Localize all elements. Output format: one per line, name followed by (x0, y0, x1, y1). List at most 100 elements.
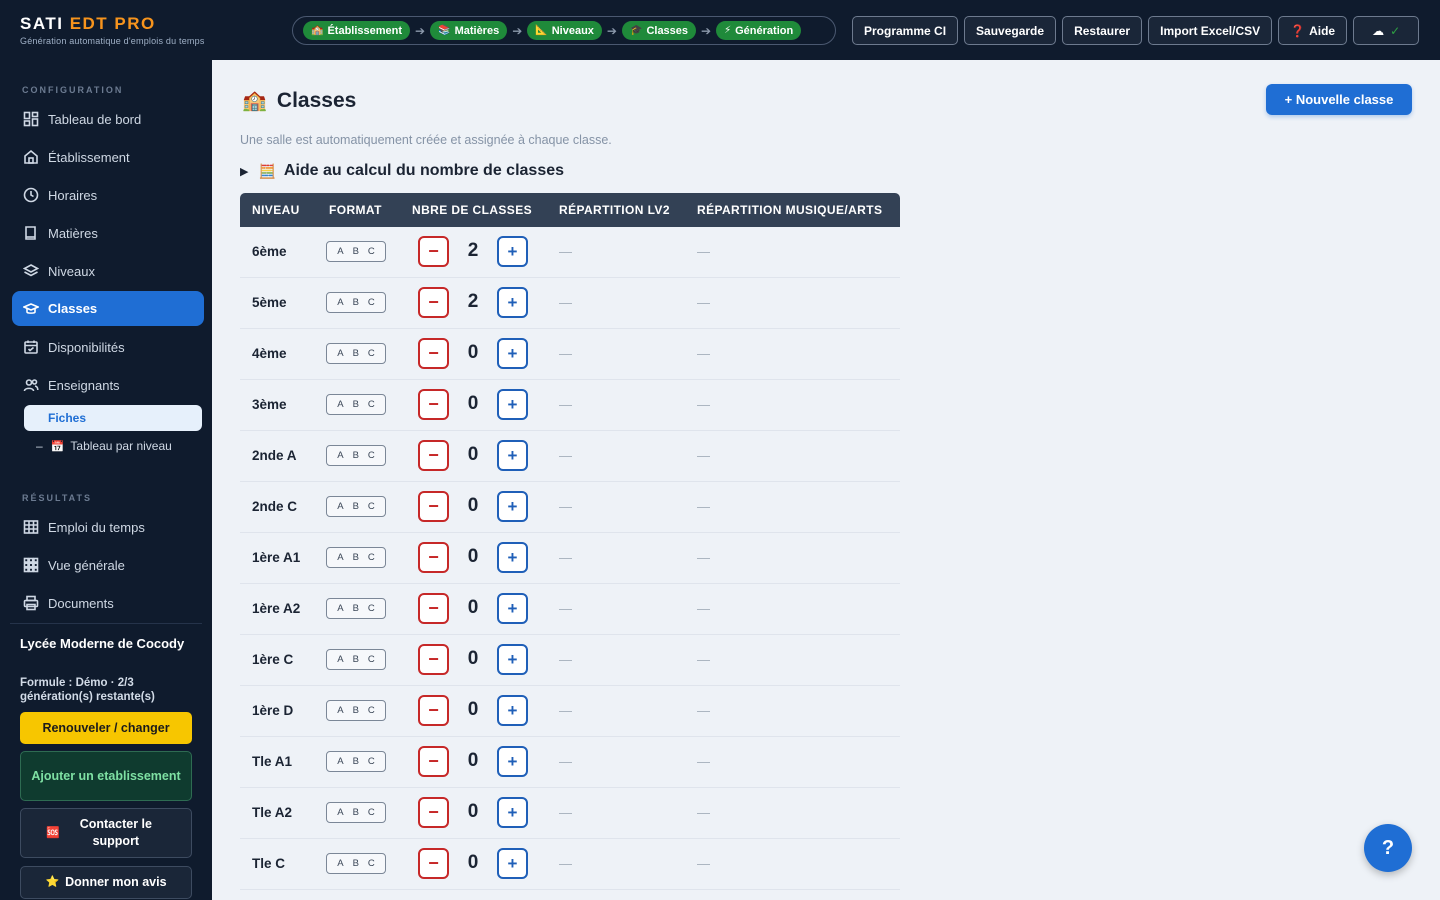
table-row: Tle A2 A B C −0 + — — (240, 788, 900, 839)
sidebar-item-niveaux[interactable]: Niveaux (12, 254, 204, 288)
sidebar-item-tableau-de-bord[interactable]: Tableau de bord (12, 102, 204, 136)
aide-button[interactable]: ❓ Aide (1278, 16, 1348, 45)
format-letter: B (352, 807, 359, 818)
format-letter: C (367, 654, 375, 665)
increment-button[interactable]: + (497, 287, 528, 318)
decrement-button[interactable]: − (418, 491, 449, 522)
restaurer-button[interactable]: Restaurer (1062, 16, 1143, 45)
sidebar-item-emploi-du-temps[interactable]: Emploi du temps (12, 510, 204, 544)
format-letter: B (352, 348, 359, 359)
format-abc-toggle[interactable]: ABC (326, 649, 386, 670)
format-letter: C (367, 603, 375, 614)
increment-button[interactable]: + (497, 389, 528, 420)
decrement-button[interactable]: − (418, 797, 449, 828)
increment-button[interactable]: + (497, 491, 528, 522)
level-name: 2nde C (252, 499, 298, 514)
format-abc-toggle[interactable]: ABC (326, 241, 386, 262)
decrement-button[interactable]: − (418, 440, 449, 471)
increment-button[interactable]: + (497, 797, 528, 828)
decrement-button[interactable]: − (418, 338, 449, 369)
level-name: Tle C (252, 856, 286, 871)
increment-button[interactable]: + (497, 848, 528, 879)
decrement-button[interactable]: − (418, 236, 449, 267)
sauvegarde-button[interactable]: Sauvegarde (964, 16, 1057, 45)
format-abc-toggle[interactable]: ABC (326, 547, 386, 568)
programme-ci-button[interactable]: Programme CI (852, 16, 959, 45)
wizard-step-matieres[interactable]: 📚 Matières (430, 21, 508, 40)
table-row: Tle A1 A B C −0 + — — (240, 737, 900, 788)
help-fab-button[interactable]: ? (1364, 824, 1412, 872)
level-name: 1ère C (252, 652, 294, 667)
format-letter: B (352, 705, 359, 716)
format-abc-toggle[interactable]: ABC (326, 802, 386, 823)
decrement-button[interactable]: − (418, 695, 449, 726)
format-abc-toggle[interactable]: ABC (326, 700, 386, 721)
format-abc-toggle[interactable]: ABC (326, 496, 386, 517)
subnav-fiches[interactable]: Fiches (24, 405, 202, 431)
sidebar-item-disponibilites[interactable]: Disponibilités (12, 330, 204, 364)
lv2-distribution: — (559, 346, 572, 361)
give-feedback-button[interactable]: ⭐ Donner mon avis (20, 866, 192, 899)
sidebar-item-matieres[interactable]: Matières (12, 216, 204, 250)
format-abc-toggle[interactable]: ABC (326, 751, 386, 772)
lv2-distribution: — (559, 601, 572, 616)
page-title: 🏫 Classes (242, 88, 356, 113)
lv2-distribution: — (559, 244, 572, 259)
wizard-step-niveaux[interactable]: 📐 Niveaux (527, 21, 602, 40)
table-row: Tle C A B C −0 + — — (240, 839, 900, 890)
decrement-button[interactable]: − (418, 848, 449, 879)
level-name: Tle A2 (252, 805, 293, 820)
contact-support-button[interactable]: 🆘 Contacter le support (20, 808, 192, 858)
format-abc-toggle[interactable]: ABC (326, 292, 386, 313)
sidebar-item-enseignants[interactable]: Enseignants (12, 368, 204, 402)
increment-button[interactable]: + (497, 338, 528, 369)
decrement-button[interactable]: − (418, 287, 449, 318)
new-class-button[interactable]: + Nouvelle classe (1266, 84, 1412, 115)
format-letter: C (367, 246, 375, 257)
increment-button[interactable]: + (497, 236, 528, 267)
format-letter: B (352, 450, 359, 461)
sidebar-item-vue-generale[interactable]: Vue générale (12, 548, 204, 582)
increment-button[interactable]: + (497, 542, 528, 573)
sidebar-item-classes[interactable]: Classes (12, 291, 204, 326)
format-abc-toggle[interactable]: ABC (326, 598, 386, 619)
format-letter: B (352, 858, 359, 869)
increment-button[interactable]: + (497, 746, 528, 777)
wizard-step-generation[interactable]: ⚡ Génération (716, 21, 802, 40)
column-header-niveau: NIVEAU (252, 203, 300, 217)
increment-button[interactable]: + (497, 644, 528, 675)
sidebar-item-documents[interactable]: Documents (12, 586, 204, 620)
renew-plan-button[interactable]: Renouveler / changer (20, 712, 192, 744)
class-count: 0 (467, 648, 479, 669)
decrement-button[interactable]: − (418, 542, 449, 573)
increment-button[interactable]: + (497, 593, 528, 624)
decrement-button[interactable]: − (418, 644, 449, 675)
sidebar-item-horaires[interactable]: Horaires (12, 178, 204, 212)
format-abc-toggle[interactable]: ABC (326, 343, 386, 364)
subnav-tableau-par-niveau[interactable]: – 📅 Tableau par niveau (36, 439, 172, 453)
arrow-right-icon: ➔ (415, 23, 426, 38)
question-icon: ❓ (1290, 23, 1306, 38)
decrement-button[interactable]: − (418, 389, 449, 420)
format-letter: B (352, 603, 359, 614)
sidebar-item-etablissement[interactable]: Établissement (12, 140, 204, 174)
add-school-button[interactable]: Ajouter un etablissement (20, 751, 192, 801)
format-abc-toggle[interactable]: ABC (326, 394, 386, 415)
level-name: 4ème (252, 346, 287, 361)
cloud-sync-button[interactable]: ☁ ✓ (1353, 16, 1420, 45)
class-count: 0 (467, 750, 479, 771)
decrement-button[interactable]: − (418, 593, 449, 624)
wizard-step-classes[interactable]: 🎓 Classes (621, 21, 697, 40)
format-letter: C (367, 501, 375, 512)
decrement-button[interactable]: − (418, 746, 449, 777)
format-abc-toggle[interactable]: ABC (326, 853, 386, 874)
increment-button[interactable]: + (497, 440, 528, 471)
wizard-step-etablissement[interactable]: 🏫 Établissement (303, 21, 411, 40)
format-abc-toggle[interactable]: ABC (326, 445, 386, 466)
class-count-helper-toggle[interactable]: ▶ 🧮 Aide au calcul du nombre de classes (240, 162, 564, 180)
music-arts-distribution: — (697, 703, 710, 718)
format-letter: A (337, 756, 344, 767)
music-arts-distribution: — (697, 856, 710, 871)
import-excel-csv-button[interactable]: Import Excel/CSV (1148, 16, 1273, 45)
increment-button[interactable]: + (497, 695, 528, 726)
